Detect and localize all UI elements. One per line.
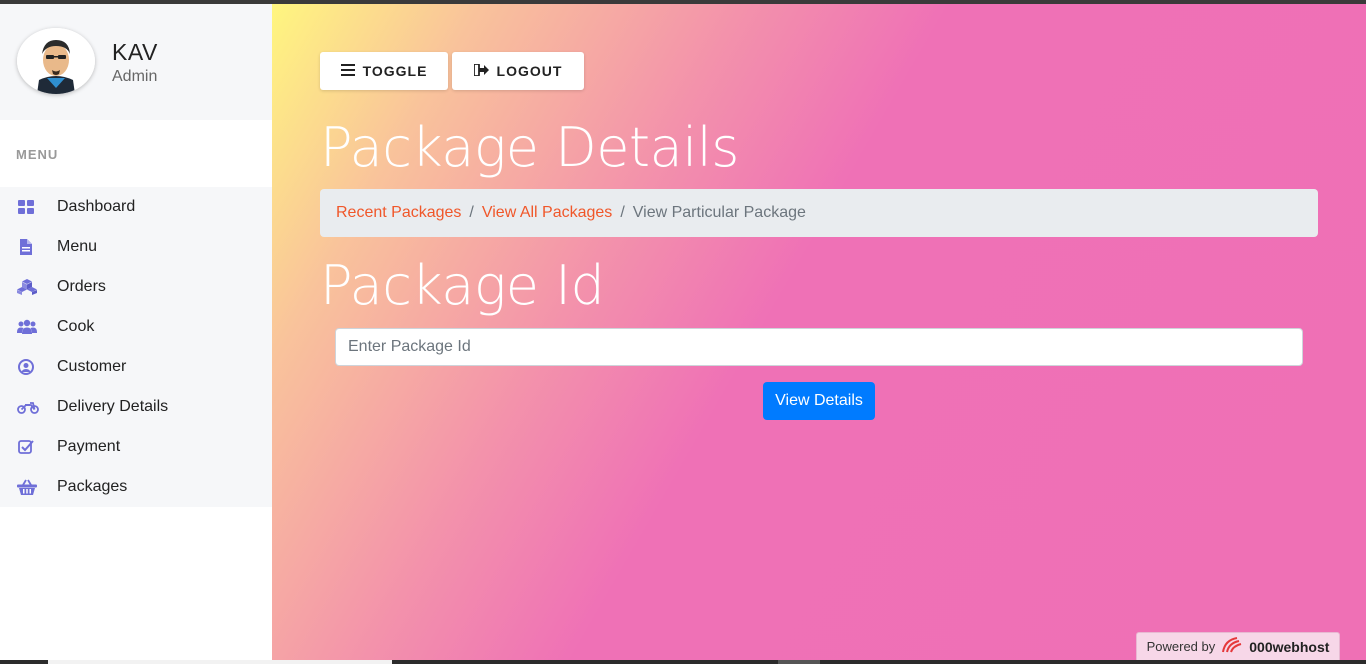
logout-button[interactable]: LOGOUT: [452, 52, 584, 90]
main-content: TOGGLE LOGOUT Package Details Recent Pac…: [272, 4, 1366, 661]
sidebar-item-label: Payment: [57, 438, 121, 455]
powered-by-brand: 000webhost: [1249, 638, 1330, 655]
sidebar-item-payment[interactable]: Payment: [0, 427, 272, 467]
sidebar-item-label: Delivery Details: [57, 398, 169, 415]
page-title: Package Details: [320, 116, 739, 179]
dashboard-icon: [0, 199, 57, 215]
bars-icon: [340, 63, 355, 79]
view-details-button[interactable]: View Details: [763, 382, 875, 420]
sidebar-item-packages[interactable]: Packages: [0, 467, 272, 507]
sidebar-item-orders[interactable]: Orders: [0, 267, 272, 307]
logout-button-label: LOGOUT: [496, 63, 563, 79]
basket-icon: [0, 479, 57, 495]
menu-heading: MENU: [16, 147, 59, 162]
sidebar-item-label: Menu: [57, 238, 98, 255]
sidebar-item-label: Cook: [57, 318, 95, 335]
sidebar-item-customer[interactable]: Customer: [0, 347, 272, 387]
bottom-scrollbar-marker: [778, 660, 820, 664]
sidebar-item-delivery-details[interactable]: Delivery Details: [0, 387, 272, 427]
breadcrumb-current-page: View Particular Package: [632, 204, 806, 221]
breadcrumb-separator: /: [620, 204, 625, 221]
sign-out-icon: [472, 63, 489, 79]
sidebar-menu: Dashboard Menu Orders Cook Customer Deli…: [0, 187, 272, 507]
package-id-input[interactable]: [335, 328, 1303, 366]
powered-by-badge[interactable]: Powered by 000webhost: [1136, 632, 1340, 661]
sidebar-item-cook[interactable]: Cook: [0, 307, 272, 347]
breadcrumb-recent-packages[interactable]: Recent Packages: [336, 204, 461, 222]
avatar[interactable]: [17, 28, 95, 94]
motorcycle-icon: [0, 399, 57, 415]
sidebar-item-label: Dashboard: [57, 198, 136, 215]
check-square-icon: [0, 439, 57, 455]
sidebar-item-dashboard[interactable]: Dashboard: [0, 187, 272, 227]
profile-name: KAV: [112, 39, 158, 65]
sidebar: KAV Admin MENU Dashboard Menu Orders Coo…: [0, 4, 272, 660]
breadcrumb-separator: /: [469, 204, 474, 221]
webhost-logo-icon: [1221, 636, 1243, 657]
window-bottom-border: [0, 660, 1366, 664]
toggle-button-label: TOGGLE: [362, 63, 428, 79]
profile-role: Admin: [112, 68, 158, 85]
powered-by-text: Powered by: [1146, 639, 1216, 654]
cubes-icon: [0, 279, 57, 295]
document-icon: [0, 239, 57, 255]
sidebar-item-label: Orders: [57, 278, 106, 295]
users-icon: [0, 319, 57, 335]
breadcrumb-view-all-packages[interactable]: View All Packages: [482, 204, 612, 222]
sidebar-item-menu[interactable]: Menu: [0, 227, 272, 267]
sidebar-item-label: Customer: [57, 358, 127, 375]
breadcrumb: Recent Packages / View All Packages / Vi…: [320, 189, 1318, 237]
user-circle-icon: [0, 359, 57, 375]
sidebar-item-label: Packages: [57, 478, 128, 495]
toggle-button[interactable]: TOGGLE: [320, 52, 448, 90]
bottom-scrollbar-thumb: [48, 660, 392, 664]
profile-panel: KAV Admin: [0, 4, 272, 120]
section-title: Package Id: [320, 254, 605, 317]
